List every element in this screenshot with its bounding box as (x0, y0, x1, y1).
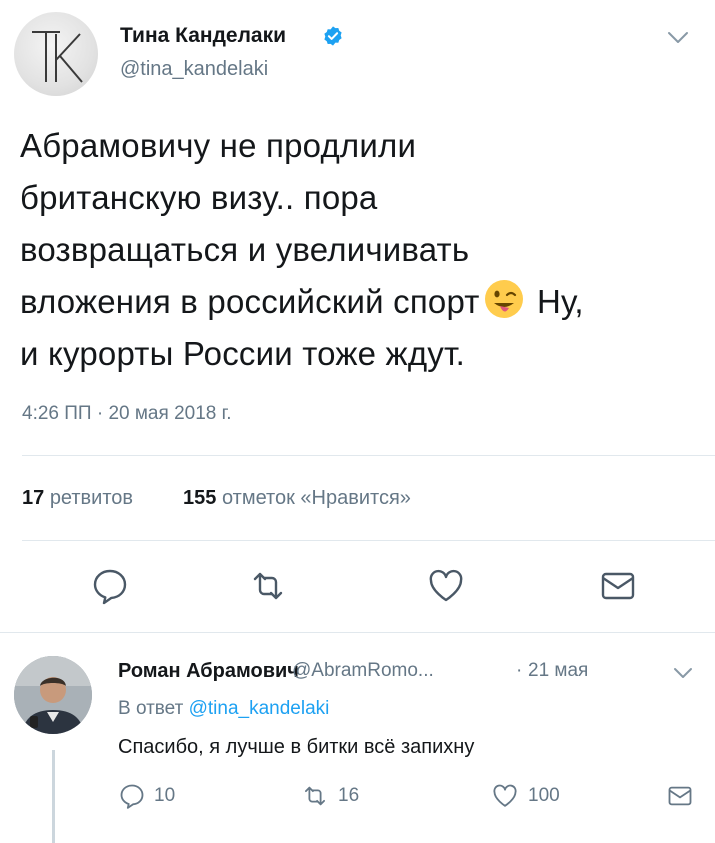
tweet-stats: 17 ретвитов 155 отметок «Нравится» (22, 487, 411, 510)
author-handle[interactable]: @tina_kandelaki (120, 58, 268, 81)
reply-avatar[interactable] (14, 656, 92, 734)
chevron-down-icon[interactable] (672, 664, 694, 682)
chevron-down-icon[interactable] (666, 28, 690, 48)
reply-avatar-photo (14, 656, 92, 734)
divider (22, 455, 715, 456)
tweet-text-line: возвращаться и увеличивать (20, 231, 470, 268)
author-avatar[interactable] (14, 12, 98, 96)
likes-stat[interactable]: 155 отметок «Нравится» (183, 487, 411, 509)
reply-separator: · (516, 660, 523, 681)
tweet-text-line: британскую визу.. пора (20, 179, 378, 216)
main-tweet: Тина Канделаки @tina_kandelaki Абрамович… (0, 0, 715, 632)
tweet-text-line: вложения в российский спорт Ну, (20, 276, 700, 328)
reply-retweets-count: 16 (338, 785, 360, 806)
reply-author-name[interactable]: Роман Абрамович (118, 660, 299, 683)
tweet-text: Абрамовичу не продлили британскую визу..… (20, 120, 700, 380)
reply-likes-action[interactable]: 100 (490, 782, 560, 810)
divider (0, 632, 715, 633)
thread-line (52, 750, 55, 843)
tweet-timestamp[interactable]: 4:26 ПП · 20 мая 2018 г. (22, 403, 232, 425)
reply-date[interactable]: 21 мая (528, 660, 588, 682)
author-name[interactable]: Тина Канделаки (120, 24, 286, 48)
reply-author-handle[interactable]: @AbramRomo... (292, 660, 434, 682)
winking-face-with-tongue-icon (484, 280, 523, 318)
in-reply-to: В ответ @tina_kandelaki (118, 698, 329, 720)
retweet-icon (304, 786, 326, 806)
reply-likes-count: 100 (528, 785, 560, 806)
reply-icon (120, 784, 144, 809)
reply-retweets-action[interactable]: 16 (300, 782, 359, 810)
likes-label: отметок «Нравится» (221, 487, 411, 509)
retweets-count: 17 (22, 487, 45, 509)
reply-text: Спасибо, я лучше в битки всё запихну (118, 736, 475, 758)
retweets-label: ретвитов (49, 487, 134, 509)
in-reply-to-label: В ответ (118, 698, 189, 719)
tweet-text-line: и курорты России тоже ждут. (20, 335, 466, 372)
reply-replies-count: 10 (154, 785, 176, 806)
reply-tweet[interactable]: Роман Абрамович @AbramRomo... · 21 мая В… (0, 640, 715, 843)
direct-message-icon[interactable] (598, 566, 638, 606)
reply-icon[interactable] (90, 566, 130, 606)
like-icon[interactable] (426, 566, 466, 606)
reply-dm-action[interactable] (666, 782, 702, 810)
tk-monogram-logo (32, 31, 83, 83)
retweets-stat[interactable]: 17 ретвитов (22, 487, 133, 509)
verified-badge-icon (324, 26, 342, 46)
direct-message-icon (668, 786, 692, 806)
tweet-text-segment: Ну, (527, 283, 584, 320)
like-icon (493, 784, 517, 807)
divider (22, 540, 715, 541)
reply-replies-action[interactable]: 10 (118, 782, 175, 810)
retweet-icon[interactable] (248, 566, 288, 606)
likes-count: 155 (183, 487, 217, 509)
tweet-text-segment: вложения в российский спорт (20, 283, 480, 320)
tweet-text-line: Абрамовичу не продлили (20, 127, 417, 164)
in-reply-to-mention[interactable]: @tina_kandelaki (189, 698, 330, 719)
